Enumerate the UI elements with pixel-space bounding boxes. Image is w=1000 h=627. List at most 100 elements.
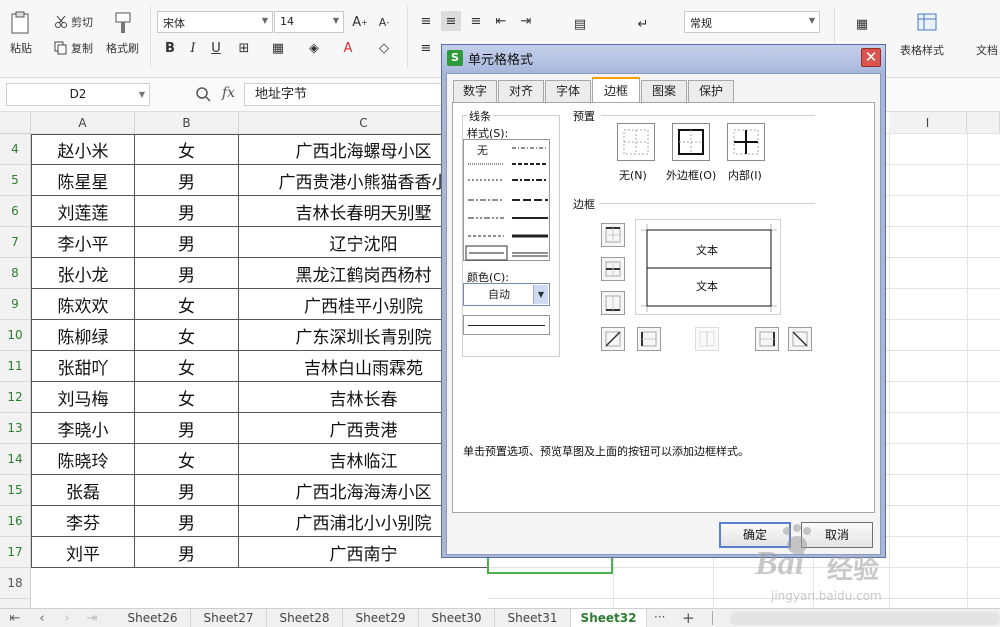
tab-number[interactable]: 数字 [453, 80, 497, 102]
sheet-tab[interactable]: Sheet29 [343, 609, 419, 627]
fill-color-icon[interactable]: ◈ [304, 38, 324, 58]
more-sheets-icon[interactable]: ··· [654, 610, 665, 624]
cell-name[interactable]: 陈晓玲 [31, 444, 135, 475]
cell-name[interactable]: 刘平 [31, 537, 135, 568]
add-sheet-icon[interactable]: + [682, 609, 695, 627]
align-top-icon[interactable]: ≡ [416, 11, 436, 31]
merge-icon[interactable]: ▦ [268, 38, 288, 58]
indent-increase-icon[interactable]: ⇥ [516, 11, 536, 31]
cell-gender[interactable]: 女 [135, 320, 239, 351]
column-header-b[interactable]: B [135, 112, 239, 134]
tab-font[interactable]: 字体 [545, 80, 591, 102]
font-name-dropdown[interactable]: 宋体 ▼ [157, 11, 273, 33]
select-all-corner[interactable] [0, 112, 31, 134]
row-header[interactable]: 11 [0, 351, 31, 382]
row-header[interactable]: 15 [0, 475, 31, 506]
cell-name[interactable]: 赵小米 [31, 134, 135, 165]
font-color-icon[interactable]: A [338, 38, 358, 58]
border-preview[interactable]: 文本 文本 [635, 219, 781, 315]
cell-name[interactable]: 李小平 [31, 227, 135, 258]
row-header[interactable]: 5 [0, 165, 31, 196]
row-header[interactable]: 7 [0, 227, 31, 258]
zoom-icon[interactable] [195, 86, 211, 102]
row-header[interactable]: 6 [0, 196, 31, 227]
row-header[interactable]: 8 [0, 258, 31, 289]
bold-icon[interactable]: B [160, 38, 180, 58]
column-header-next[interactable] [967, 112, 1000, 134]
last-sheet-icon[interactable]: ⇥ [83, 610, 101, 627]
border-inner-horizontal-button[interactable] [601, 257, 625, 281]
cell-name[interactable]: 张磊 [31, 475, 135, 506]
sheet-tab[interactable]: Sheet32 [571, 609, 647, 627]
row-header[interactable]: 16 [0, 506, 31, 537]
tab-border[interactable]: 边框 [592, 77, 640, 102]
prev-sheet-icon[interactable]: ‹ [33, 610, 51, 627]
border-left-button[interactable] [637, 327, 661, 351]
indent-decrease-icon[interactable]: ⇤ [491, 11, 511, 31]
next-sheet-icon[interactable]: › [58, 610, 76, 627]
cell-gender[interactable]: 男 [135, 537, 239, 568]
cell-gender[interactable]: 男 [135, 258, 239, 289]
cell-name[interactable]: 李芬 [31, 506, 135, 537]
cell-gender[interactable]: 女 [135, 382, 239, 413]
conditional-format-icon[interactable]: ▦ [852, 14, 872, 34]
formula-input[interactable]: 地址字节 [244, 83, 444, 106]
decrease-font-icon[interactable]: A- [374, 12, 394, 32]
column-header-i[interactable]: I [889, 112, 967, 134]
cell-gender[interactable]: 女 [135, 134, 239, 165]
horizontal-scrollbar[interactable] [730, 612, 1000, 625]
row-header[interactable]: 19 [0, 599, 31, 608]
cell-name[interactable]: 陈星星 [31, 165, 135, 196]
border-diagonal-up-button[interactable] [601, 327, 625, 351]
font-size-dropdown[interactable]: 14 ▼ [274, 11, 344, 33]
row-header[interactable]: 17 [0, 537, 31, 568]
row-header[interactable]: 10 [0, 320, 31, 351]
align-bottom-icon[interactable]: ≡ [466, 11, 486, 31]
cut-button[interactable]: 剪切 [54, 12, 93, 32]
fx-icon[interactable]: fx [222, 85, 235, 101]
color-dropdown[interactable]: 自动 ▼ [463, 283, 550, 306]
border-diagonal-down-button[interactable] [788, 327, 812, 351]
tab-splitter[interactable] [712, 611, 720, 625]
italic-icon[interactable]: I [183, 38, 203, 58]
cell-gender[interactable]: 男 [135, 196, 239, 227]
sheet-tab[interactable]: Sheet28 [267, 609, 343, 627]
chevron-down-icon[interactable]: ▼ [533, 285, 548, 304]
row-header[interactable]: 14 [0, 444, 31, 475]
name-box[interactable]: D2 ▼ [6, 83, 150, 106]
preset-none-button[interactable] [617, 123, 655, 161]
column-header-a[interactable]: A [31, 112, 135, 134]
cell-name[interactable]: 张甜吖 [31, 351, 135, 382]
border-icon[interactable]: ⊞ [234, 38, 254, 58]
cell-gender[interactable]: 女 [135, 444, 239, 475]
cell-gender[interactable]: 男 [135, 506, 239, 537]
tab-alignment[interactable]: 对齐 [498, 80, 544, 102]
sheet-tab[interactable]: Sheet30 [419, 609, 495, 627]
close-icon[interactable]: ✕ [861, 48, 881, 67]
cell-gender[interactable]: 男 [135, 227, 239, 258]
preset-inside-button[interactable] [727, 123, 765, 161]
preset-outline-button[interactable] [672, 123, 710, 161]
first-sheet-icon[interactable]: ⇤ [6, 610, 24, 627]
dialog-title-bar[interactable]: S 单元格格式 ✕ [442, 45, 885, 71]
cell-gender[interactable]: 男 [135, 413, 239, 444]
border-inner-vertical-button[interactable] [695, 327, 719, 351]
wrap-text-icon[interactable]: ↵ [633, 14, 653, 34]
line-style-list[interactable]: 无 [463, 139, 550, 261]
eraser-icon[interactable]: ◇ [374, 38, 394, 58]
sheet-tab[interactable]: Sheet31 [495, 609, 571, 627]
cell-gender[interactable]: 女 [135, 351, 239, 382]
row-header[interactable]: 4 [0, 134, 31, 165]
row-header[interactable]: 9 [0, 289, 31, 320]
number-format-dropdown[interactable]: 常规 ▼ [684, 11, 820, 33]
cell-name[interactable]: 张小龙 [31, 258, 135, 289]
align-middle-icon[interactable]: ≡ [441, 11, 461, 31]
underline-icon[interactable]: U [206, 38, 226, 58]
increase-font-icon[interactable]: A + [350, 12, 370, 32]
table-style-button[interactable]: 表格样式 [900, 40, 944, 60]
border-bottom-button[interactable] [601, 291, 625, 315]
cell-name[interactable]: 刘马梅 [31, 382, 135, 413]
align-left-icon[interactable]: ≡ [416, 38, 436, 58]
sheet-tab[interactable]: Sheet26 [115, 609, 191, 627]
row-header[interactable]: 18 [0, 568, 31, 599]
